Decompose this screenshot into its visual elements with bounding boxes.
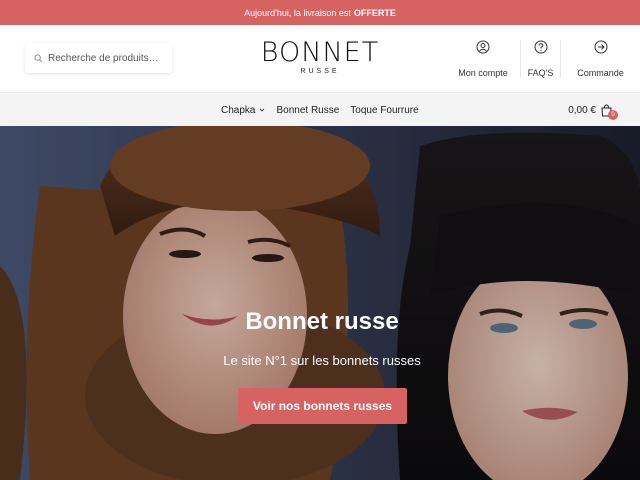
cart-total: 0,00 € xyxy=(568,104,596,116)
logo-main-text: BONNET xyxy=(260,37,380,68)
main-navigation: Chapka Bonnet Russe Toque Fourrure 0,00 … xyxy=(0,92,640,126)
announcement-highlight: OFFERTE xyxy=(353,7,396,18)
hero-photo xyxy=(0,126,640,480)
cart-count-badge: 0 xyxy=(608,109,618,120)
faq-link-label: FAQ'S xyxy=(527,68,554,78)
logo-sub-text: RUSSE xyxy=(300,68,340,75)
shopping-bag-icon: 0 xyxy=(601,103,618,120)
site-header: BONNET RUSSE Mon compte FAQ'S Commande xyxy=(0,25,640,92)
search-input[interactable] xyxy=(48,52,168,64)
menu-item-toque-fourrure[interactable]: Toque Fourrure xyxy=(350,105,418,116)
menu-item-bonnet-russe[interactable]: Bonnet Russe xyxy=(276,105,339,116)
menu-item-label: Chapka xyxy=(221,104,256,116)
menu-item-chapka[interactable]: Chapka xyxy=(221,105,265,116)
shop-bonnets-button[interactable]: Voir nos bonnets russes xyxy=(238,388,407,424)
help-icon xyxy=(534,40,547,54)
order-link-label: Commande xyxy=(577,68,624,78)
menu-item-label: Toque Fourrure xyxy=(350,104,419,116)
hero-banner: Bonnet russe Le site N°1 sur les bonnets… xyxy=(0,126,640,480)
account-link[interactable]: Mon compte xyxy=(448,40,518,78)
arrow-right-circle-icon xyxy=(594,40,607,54)
order-link[interactable]: Commande xyxy=(560,40,640,78)
announcement-bar: Aujourd'hui, la livraison est OFFERTE xyxy=(0,0,640,25)
user-icon xyxy=(476,40,490,54)
menu-item-label: Bonnet Russe xyxy=(276,104,340,116)
header-links: Mon compte FAQ'S Commande xyxy=(448,40,640,78)
hero-title: Bonnet russe xyxy=(245,308,399,335)
hero-subtitle: Le site N°1 sur les bonnets russes xyxy=(223,353,421,368)
site-logo[interactable]: BONNET RUSSE xyxy=(250,37,390,76)
menu-list: Chapka Bonnet Russe Toque Fourrure xyxy=(221,93,430,127)
chevron-down-icon xyxy=(260,108,265,112)
account-link-label: Mon compte xyxy=(458,68,508,78)
cart-link[interactable]: 0,00 € 0 xyxy=(568,93,618,127)
search-box[interactable] xyxy=(25,43,172,73)
faq-link[interactable]: FAQ'S xyxy=(520,40,560,78)
search-icon xyxy=(34,53,43,62)
announcement-text: Aujourd'hui, la livraison est xyxy=(244,7,351,18)
